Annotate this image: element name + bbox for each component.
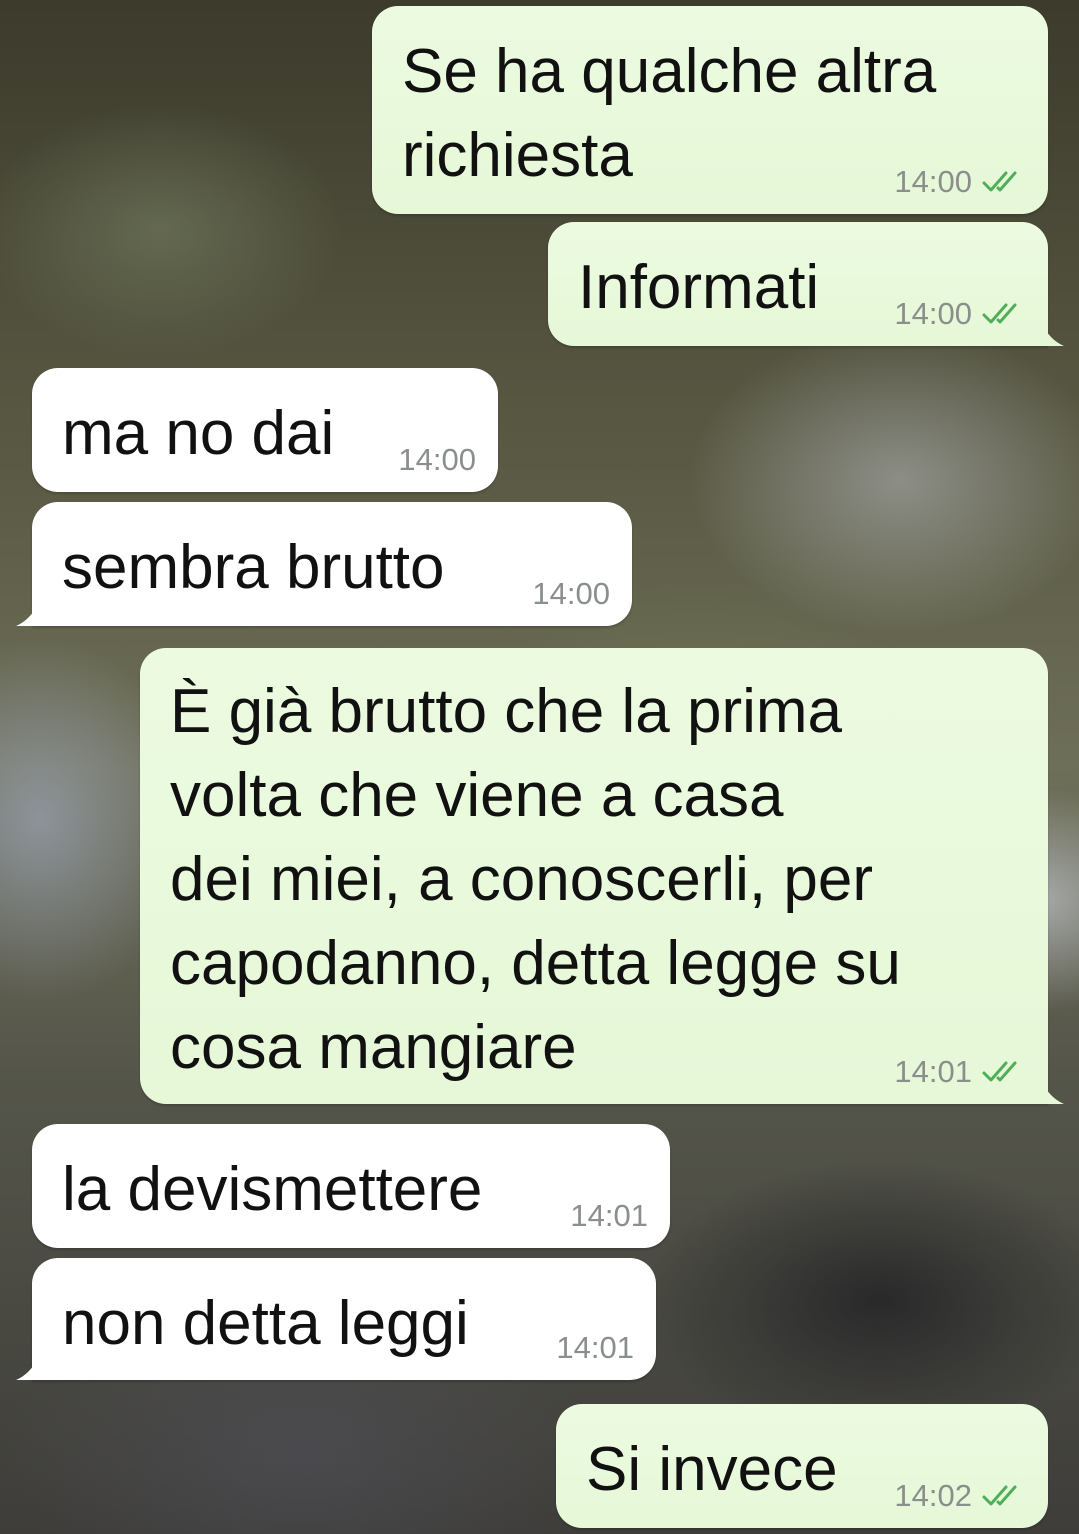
message-meta: 14:00 [894,296,1028,332]
incoming-message[interactable]: ma no dai 14:00 [32,368,498,492]
message-text: sembra brutto [62,533,445,602]
message-text: Se ha qualche altra richiesta [402,37,937,190]
bubble-tail [1042,1082,1064,1104]
message-time: 14:02 [894,1478,972,1513]
bubble-tail [16,1358,38,1380]
message-time: 14:00 [894,164,972,199]
message-time: 14:01 [570,1198,648,1233]
message-time: 14:00 [398,442,476,477]
outgoing-message[interactable]: Si invece 14:02 [556,1404,1048,1528]
outgoing-message[interactable]: Informati 14:00 [548,222,1064,346]
message-meta: 14:00 [894,164,1028,200]
double-check-icon [982,303,1017,324]
message-meta: 14:01 [894,1054,1028,1090]
incoming-message[interactable]: non detta leggi 14:01 [16,1258,656,1380]
message-time: 14:01 [556,1330,634,1365]
outgoing-message[interactable]: È già brutto che la prima volta che vien… [140,648,1064,1104]
message-text: Si invece [586,1435,838,1504]
message-meta: 14:00 [398,442,476,478]
message-time: 14:00 [894,296,972,331]
message-time: 14:01 [894,1054,972,1089]
bubble-tail [1042,324,1064,346]
incoming-message[interactable]: la devismettere 14:01 [32,1124,670,1248]
bubble-tail [16,604,38,626]
double-check-icon [982,1485,1017,1506]
chat-view: Se ha qualche altra richiesta 14:00 Info… [0,0,1079,1534]
message-text: ma no dai [62,399,335,468]
message-text: non detta leggi [62,1289,469,1358]
double-check-icon [982,171,1017,192]
message-meta: 14:01 [556,1330,634,1366]
message-text: È già brutto che la prima volta che vien… [170,677,901,1082]
message-text: la devismettere [62,1155,483,1224]
double-check-icon [982,1061,1017,1082]
message-meta: 14:00 [532,576,610,612]
message-time: 14:00 [532,576,610,611]
outgoing-message[interactable]: Se ha qualche altra richiesta 14:00 [372,6,1048,214]
message-meta: 14:02 [894,1478,1028,1514]
message-meta: 14:01 [570,1198,648,1234]
incoming-message[interactable]: sembra brutto 14:00 [16,502,632,626]
message-text: Informati [578,253,820,322]
